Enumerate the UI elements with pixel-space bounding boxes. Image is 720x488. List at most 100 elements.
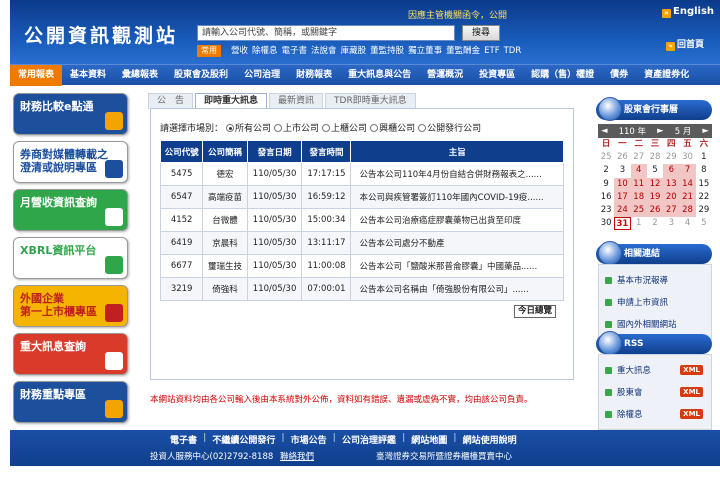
calendar-day[interactable]: 6 bbox=[663, 164, 680, 178]
calendar-day[interactable]: 13 bbox=[663, 177, 680, 191]
calendar-day[interactable]: 30 bbox=[679, 151, 695, 164]
prev-year-icon[interactable]: ◄ bbox=[601, 126, 608, 136]
nav-item[interactable]: 公司治理 bbox=[236, 65, 288, 86]
calendar-day[interactable]: 9 bbox=[598, 178, 614, 191]
announcement-subject[interactable]: 公告本公司名稱由「倚強股份有限公司」...... bbox=[350, 277, 564, 301]
nav-item[interactable]: 重大訊息與公告 bbox=[340, 65, 419, 86]
news-tab[interactable]: TDR即時重大訊息 bbox=[325, 93, 416, 109]
calendar-day[interactable]: 5 bbox=[647, 164, 663, 177]
sidebar-link[interactable]: 除權息 XML bbox=[599, 403, 711, 425]
calendar-day[interactable]: 1 bbox=[696, 151, 712, 164]
left-banner[interactable]: 財務比較e點通 bbox=[13, 93, 128, 135]
footer-link[interactable]: 公司治理評鑑 bbox=[342, 433, 396, 446]
sidebar-link[interactable]: 重大訊息 XML bbox=[599, 359, 711, 381]
calendar-day[interactable]: 25 bbox=[598, 151, 614, 164]
radio-button[interactable] bbox=[370, 124, 379, 132]
calendar-day[interactable]: 27 bbox=[631, 151, 647, 164]
calendar-day[interactable]: 28 bbox=[647, 151, 663, 164]
calendar-day[interactable]: 3 bbox=[663, 217, 679, 230]
nav-item[interactable]: 認購（售）權證 bbox=[523, 65, 602, 86]
calendar-day[interactable]: 29 bbox=[696, 204, 712, 217]
calendar-day[interactable]: 22 bbox=[696, 191, 712, 204]
calendar-day[interactable]: 3 bbox=[614, 164, 630, 177]
site-title[interactable]: 公開資訊觀測站 bbox=[24, 21, 178, 48]
table-row[interactable]: 4152 台微體 110/05/30 15:00:34 公告本公司治療癌症膠囊藥物已出貨… bbox=[159, 208, 564, 232]
xml-badge[interactable]: XML bbox=[680, 409, 703, 419]
quick-link[interactable]: 庫藏股 bbox=[341, 45, 367, 57]
left-banner[interactable]: 重大訊息查詢 bbox=[13, 333, 128, 375]
nav-item[interactable]: 股東會及股利 bbox=[166, 65, 236, 86]
radio-button[interactable] bbox=[418, 124, 427, 132]
calendar-day[interactable]: 15 bbox=[696, 178, 712, 191]
calendar-day[interactable]: 18 bbox=[630, 190, 647, 204]
nav-item[interactable]: 營運概況 bbox=[419, 65, 471, 86]
quick-link[interactable]: 電子書 bbox=[282, 45, 308, 57]
announcement-subject[interactable]: 公告本公司治療癌症膠囊藥物已出貨至印度 bbox=[350, 208, 564, 232]
quick-link[interactable]: 董監持股 bbox=[370, 45, 404, 57]
calendar-day[interactable]: 2 bbox=[647, 217, 663, 230]
calendar-day[interactable]: 8 bbox=[696, 164, 712, 177]
footer-link[interactable]: 網站使用說明 bbox=[463, 433, 517, 446]
table-row[interactable]: 6419 京晨科 110/05/30 13:11:17 公告本公司處分不動產 bbox=[159, 231, 564, 255]
calendar-day[interactable]: 24 bbox=[614, 203, 631, 218]
calendar-day[interactable]: 20 bbox=[663, 190, 680, 204]
table-row[interactable]: 6677 璽瑞生技 110/05/30 11:00:08 公告本公司「鹽酸米那普侖膠囊」… bbox=[159, 254, 564, 278]
nav-item[interactable]: 債券 bbox=[602, 65, 636, 86]
left-banner[interactable]: 外國企業 第一上市櫃專區 bbox=[13, 285, 128, 327]
nav-item[interactable]: 常用報表 bbox=[10, 64, 63, 86]
calendar-day[interactable]: 10 bbox=[614, 177, 631, 191]
today-overview-button[interactable]: 今日總覽 bbox=[514, 305, 556, 318]
calendar-day[interactable]: 26 bbox=[646, 203, 664, 218]
nav-item[interactable]: 財務報表 bbox=[288, 65, 340, 86]
announcement-subject[interactable]: 公告本公司處分不動產 bbox=[350, 231, 564, 255]
sidebar-link[interactable]: 申請上市資訊 bbox=[599, 291, 711, 313]
announcement-subject[interactable]: 本公司與疾管署簽訂110年國內COVID-19疫...... bbox=[350, 185, 564, 209]
calendar-day[interactable]: 27 bbox=[663, 203, 680, 218]
calendar-day[interactable]: 31 bbox=[614, 217, 631, 231]
calendar-day[interactable]: 21 bbox=[679, 190, 696, 204]
english-link[interactable]: » English bbox=[662, 6, 714, 18]
news-tab[interactable]: 即時重大訊息 bbox=[195, 93, 268, 109]
next-year-icon[interactable]: ► bbox=[657, 126, 664, 136]
calendar-day[interactable]: 2 bbox=[598, 164, 614, 177]
search-button[interactable]: 搜尋 bbox=[462, 25, 500, 41]
calendar-day[interactable]: 11 bbox=[630, 177, 647, 191]
calendar-day[interactable]: 4 bbox=[679, 217, 695, 230]
market-option[interactable]: 所有公司 bbox=[226, 121, 271, 134]
left-banner[interactable]: 財務重點專區 bbox=[13, 381, 128, 423]
left-banner[interactable]: XBRL資訊平台 bbox=[13, 237, 128, 279]
calendar-day[interactable]: 12 bbox=[646, 177, 664, 191]
quick-link[interactable]: 獨立董事 bbox=[408, 45, 442, 57]
calendar-day[interactable]: 25 bbox=[630, 203, 647, 218]
market-option[interactable]: 上市公司 bbox=[274, 121, 319, 134]
calendar-day[interactable]: 16 bbox=[598, 191, 614, 204]
calendar-day[interactable]: 5 bbox=[696, 217, 712, 230]
footer-link[interactable]: 網站地圖 bbox=[411, 433, 447, 446]
quick-link[interactable]: 法說會 bbox=[311, 45, 337, 57]
table-row[interactable]: 6547 高端疫苗 110/05/30 16:59:12 本公司與疾管署簽訂110年國內… bbox=[159, 185, 564, 209]
calendar-day[interactable]: 19 bbox=[646, 190, 664, 204]
announcement-subject[interactable]: 公告本公司「鹽酸米那普侖膠囊」中國藥品...... bbox=[350, 254, 564, 278]
sidebar-link[interactable]: 基本市況報導 bbox=[599, 269, 711, 291]
calendar-day[interactable]: 26 bbox=[614, 151, 630, 164]
sidebar-link[interactable]: 股東會 XML bbox=[599, 381, 711, 403]
nav-item[interactable]: 彙總報表 bbox=[114, 65, 166, 86]
left-banner[interactable]: 月營收資訊查詢 bbox=[13, 189, 128, 231]
market-option[interactable]: 興櫃公司 bbox=[370, 121, 415, 134]
next-month-icon[interactable]: ► bbox=[702, 126, 709, 136]
market-option[interactable]: 公開發行公司 bbox=[418, 121, 481, 134]
news-tab[interactable]: 公 告 bbox=[148, 93, 194, 109]
footer-link[interactable]: 電子書 bbox=[170, 433, 197, 446]
xml-badge[interactable]: XML bbox=[680, 365, 703, 375]
nav-item[interactable]: 資產證券化 bbox=[636, 65, 697, 86]
quick-link[interactable]: TDR bbox=[504, 45, 522, 57]
calendar-day[interactable]: 14 bbox=[679, 177, 696, 191]
table-row[interactable]: 5475 德宏 110/05/30 17:17:15 公告本公司110年4月份自結合併財… bbox=[159, 162, 564, 186]
calendar-day[interactable]: 30 bbox=[598, 217, 614, 230]
calendar-day[interactable]: 4 bbox=[630, 164, 647, 178]
nav-item[interactable]: 投資專區 bbox=[471, 65, 523, 86]
calendar-day[interactable]: 17 bbox=[614, 190, 631, 204]
quick-link[interactable]: ETF bbox=[484, 45, 499, 57]
left-banner[interactable]: 券商對媒體轉載之 澄清或說明專區 bbox=[13, 141, 128, 183]
announcement-subject[interactable]: 公告本公司110年4月份自結合併財務報表之...... bbox=[350, 162, 564, 186]
